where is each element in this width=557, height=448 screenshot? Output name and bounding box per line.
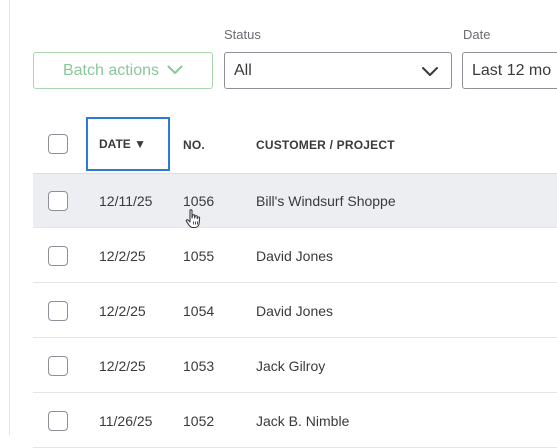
row-date: 11/26/25 xyxy=(99,413,153,429)
row-customer[interactable]: David Jones xyxy=(256,248,333,264)
row-date: 12/2/25 xyxy=(99,248,146,264)
row-number[interactable]: 1055 xyxy=(183,248,214,264)
chevron-down-icon xyxy=(167,62,183,80)
select-all-checkbox[interactable] xyxy=(48,134,68,154)
date-column-header[interactable]: DATE ▼ xyxy=(86,117,170,171)
hand-pointer-icon xyxy=(184,208,204,230)
date-column-header-label: DATE ▼ xyxy=(99,137,146,151)
row-number[interactable]: 1052 xyxy=(183,413,214,429)
row-checkbox[interactable] xyxy=(48,191,68,211)
table-row[interactable]: 12/2/25 1053 Jack Gilroy xyxy=(33,339,557,393)
status-select-value: All xyxy=(234,61,252,79)
date-select[interactable]: Last 12 mo xyxy=(462,52,557,89)
panel-left-border xyxy=(9,0,10,435)
row-checkbox[interactable] xyxy=(48,301,68,321)
row-date: 12/2/25 xyxy=(99,303,146,319)
date-select-value: Last 12 mo xyxy=(472,61,552,79)
status-select[interactable]: All xyxy=(224,52,452,89)
customer-column-header[interactable]: CUSTOMER / PROJECT xyxy=(256,138,395,152)
row-customer[interactable]: Bill's Windsurf Shoppe xyxy=(256,193,396,209)
row-number[interactable]: 1056 xyxy=(183,193,214,209)
batch-actions-label: Batch actions xyxy=(62,61,160,79)
table-row[interactable]: 12/2/25 1054 David Jones xyxy=(33,284,557,338)
chevron-down-icon xyxy=(421,64,439,78)
row-checkbox[interactable] xyxy=(48,411,68,431)
row-customer[interactable]: Jack Gilroy xyxy=(256,358,325,374)
table-row[interactable]: 11/26/25 1052 Jack B. Nimble xyxy=(33,394,557,448)
row-number[interactable]: 1054 xyxy=(183,303,214,319)
row-customer[interactable]: David Jones xyxy=(256,303,333,319)
row-date: 12/11/25 xyxy=(99,193,153,209)
status-filter-label: Status xyxy=(224,27,261,42)
table-row[interactable]: 12/11/25 1056 Bill's Windsurf Shoppe xyxy=(33,174,557,228)
no-column-header[interactable]: NO. xyxy=(183,138,205,152)
row-checkbox[interactable] xyxy=(48,246,68,266)
date-filter-label: Date xyxy=(463,27,491,42)
row-checkbox[interactable] xyxy=(48,356,68,376)
batch-actions-button[interactable]: Batch actions xyxy=(33,52,213,89)
table-row[interactable]: 12/2/25 1055 David Jones xyxy=(33,229,557,283)
row-number[interactable]: 1053 xyxy=(183,358,214,374)
table-header-row: DATE ▼ NO. CUSTOMER / PROJECT xyxy=(33,117,557,174)
row-date: 12/2/25 xyxy=(99,358,146,374)
row-customer[interactable]: Jack B. Nimble xyxy=(256,413,349,429)
